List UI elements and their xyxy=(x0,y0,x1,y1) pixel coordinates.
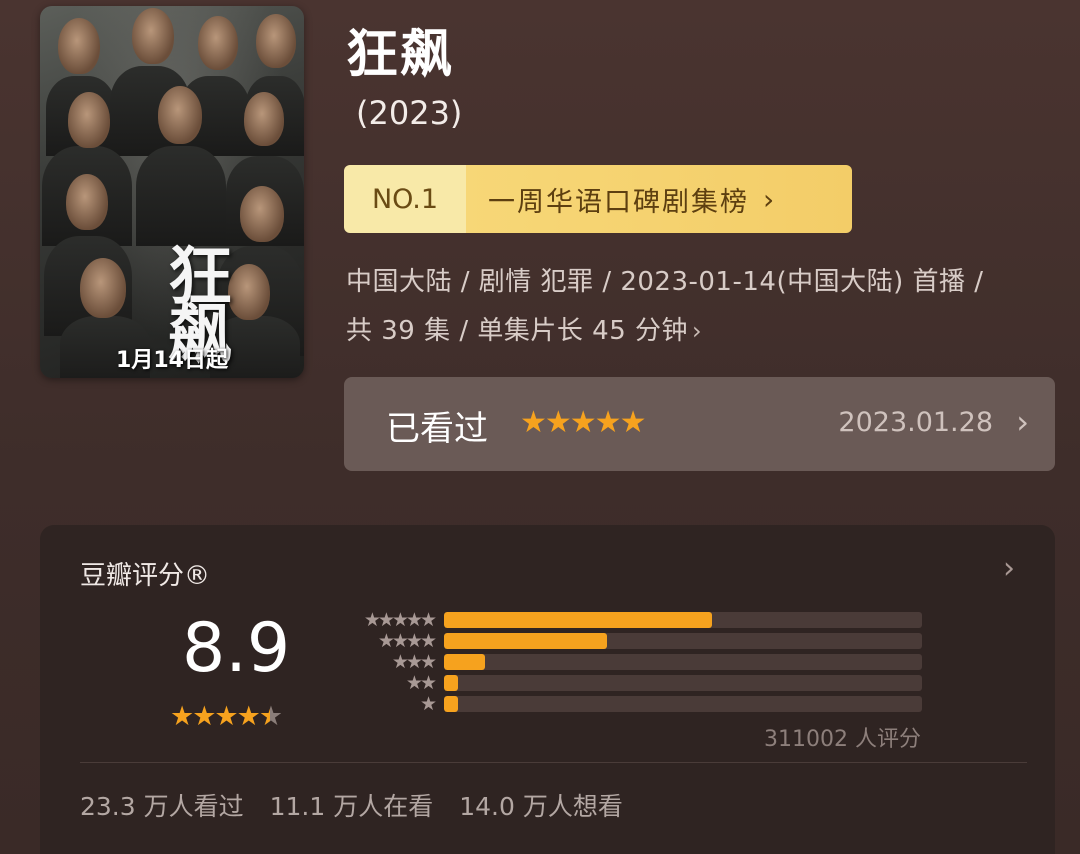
my-rating-stars: ★★★★★ xyxy=(520,405,646,440)
rank-list-name: 一周华语口碑剧集榜 xyxy=(488,186,749,218)
drama-meta-info[interactable]: 中国大陆 / 剧情 犯罪 / 2023-01-14(中国大陆) 首播 / 共 3… xyxy=(346,258,1046,356)
release-year: (2023) xyxy=(356,94,463,132)
dist-bar-5 xyxy=(444,612,712,628)
watched-status-label: 已看过 xyxy=(386,409,488,449)
douban-rating-card[interactable]: 豆瓣评分® › 8.9 ★★★★★ ★★★★★ ★★★★ ★★★ ★★ ★ 31… xyxy=(40,525,1055,854)
my-watch-record[interactable]: 已看过 ★★★★★ 2023.01.28 › xyxy=(344,377,1055,471)
meta-line-1: 中国大陆 / 剧情 犯罪 / 2023-01-14(中国大陆) 首播 / xyxy=(346,267,984,297)
watched-date: 2023.01.28 xyxy=(838,407,993,438)
poster-date-text: 1月14日起 xyxy=(116,348,228,373)
dist-stars-5: ★★★★★ xyxy=(363,609,437,631)
watched-count[interactable]: 23.3 万人看过 xyxy=(80,792,244,821)
poster-title-text: 狂飙 xyxy=(157,242,232,358)
dist-bar-2 xyxy=(444,675,459,691)
rating-count: 311002 人评分 xyxy=(764,727,921,752)
audience-stats: 23.3 万人看过 11.1 万人在看 14.0 万人想看 xyxy=(80,787,649,823)
chevron-right-icon[interactable]: › xyxy=(1003,551,1015,586)
rating-card-title: 豆瓣评分® xyxy=(80,561,211,591)
want-count[interactable]: 14.0 万人想看 xyxy=(459,792,623,821)
chevron-right-icon: › xyxy=(692,317,703,345)
rating-score: 8.9 xyxy=(182,609,291,688)
chevron-right-icon: › xyxy=(1016,403,1029,441)
dist-bar-4 xyxy=(444,633,607,649)
rank-number: NO.1 xyxy=(344,165,466,233)
dist-stars-4: ★★★★ xyxy=(377,630,437,652)
drama-detail-page: 狂飙 1月14日起 狂飙 (2023) NO.1 一周华语口碑剧集榜 › 中国大… xyxy=(0,0,1080,854)
divider xyxy=(80,762,1027,763)
rank-list-link[interactable]: 一周华语口碑剧集榜 › xyxy=(466,165,852,233)
dist-stars-1: ★ xyxy=(419,693,437,715)
rating-stars: ★★★★★ xyxy=(170,701,283,732)
meta-line-2-wrap: 共 39 集 / 单集片长 45 分钟 › xyxy=(346,307,1046,356)
half-star-icon: ★ xyxy=(258,701,283,732)
dist-bar-1 xyxy=(444,696,459,712)
watching-count[interactable]: 11.1 万人在看 xyxy=(270,792,434,821)
dist-stars-2: ★★ xyxy=(405,672,437,694)
drama-title: 狂飙 xyxy=(346,25,455,85)
poster-image[interactable]: 狂飙 1月14日起 xyxy=(40,6,304,378)
ranking-badge[interactable]: NO.1 一周华语口碑剧集榜 › xyxy=(344,165,852,233)
meta-line-2: 共 39 集 / 单集片长 45 分钟 xyxy=(346,316,689,346)
dist-stars-3: ★★★ xyxy=(391,651,437,673)
chevron-right-icon: › xyxy=(763,182,777,216)
dist-bar-3 xyxy=(444,654,485,670)
